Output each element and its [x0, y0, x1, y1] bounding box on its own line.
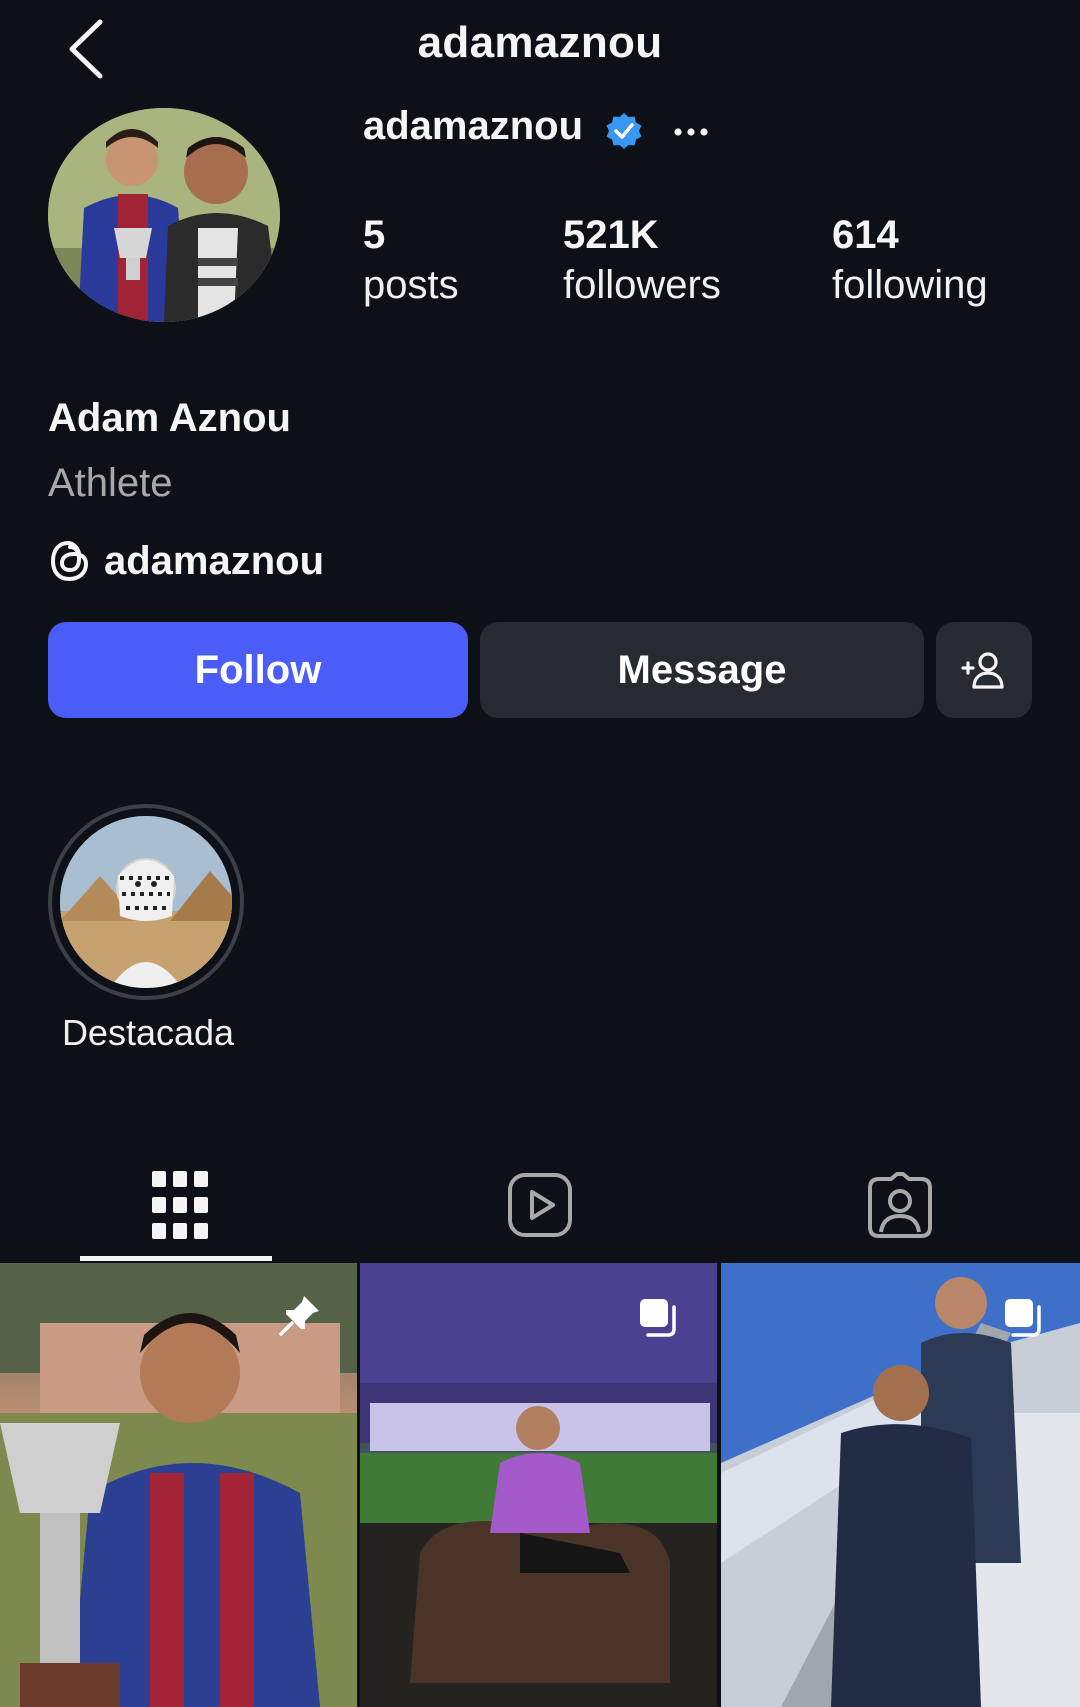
message-button[interactable]: Message: [480, 622, 924, 718]
highlight-label: Destacada: [61, 1012, 235, 1053]
following-count: 614: [832, 213, 899, 257]
tab-tagged[interactable]: [720, 1150, 1080, 1260]
tagged-icon: [868, 1172, 932, 1238]
tab-reels[interactable]: [360, 1150, 720, 1260]
selected-tab-indicator: [80, 1256, 272, 1261]
stat-following[interactable]: 614 following: [832, 212, 988, 312]
post-thumbnail[interactable]: [0, 1263, 357, 1707]
follow-button[interactable]: Follow: [48, 622, 468, 718]
carousel-icon: [1005, 1299, 1041, 1337]
more-horizontal-icon: [674, 128, 708, 136]
avatar-photo: [48, 108, 280, 322]
pin-icon: [279, 1296, 319, 1336]
post-thumbnail[interactable]: [360, 1263, 717, 1707]
carousel-icon: [640, 1299, 676, 1337]
highlight-photo: [60, 816, 232, 988]
profile-username: adamaznou: [363, 104, 584, 148]
profile-full-name: Adam Aznou: [48, 396, 291, 440]
top-bar: adamaznou: [0, 0, 1080, 100]
followers-label: followers: [563, 263, 721, 307]
tab-posts-grid[interactable]: [0, 1150, 360, 1260]
posts-count: 5: [363, 213, 386, 257]
more-options-button[interactable]: [670, 112, 712, 152]
add-person-icon: [961, 652, 1004, 689]
threads-link[interactable]: adamaznou: [48, 537, 324, 585]
grid-icon: [152, 1171, 208, 1239]
verified-badge-icon: [606, 113, 642, 149]
profile-avatar[interactable]: [48, 108, 280, 322]
profile-category: Athlete: [48, 461, 173, 505]
threads-handle: adamaznou: [104, 538, 325, 583]
posts-label: posts: [363, 263, 459, 307]
highlight-cover: [60, 816, 232, 988]
threads-icon: [50, 540, 89, 582]
posts-grid: [0, 1263, 1080, 1707]
followers-count: 521K: [563, 213, 659, 257]
stat-posts[interactable]: 5 posts: [363, 212, 459, 312]
reels-icon: [508, 1173, 572, 1237]
suggest-people-button[interactable]: [936, 622, 1032, 718]
story-highlight[interactable]: [48, 804, 244, 1000]
following-label: following: [832, 263, 988, 307]
profile-tabs: [0, 1150, 1080, 1260]
stat-followers[interactable]: 521K followers: [563, 212, 721, 312]
post-thumbnail[interactable]: [721, 1263, 1080, 1707]
profile-page: adamaznou adamaznou 5 posts 521K followe…: [0, 0, 1080, 1707]
page-title: adamaznou: [417, 18, 663, 67]
